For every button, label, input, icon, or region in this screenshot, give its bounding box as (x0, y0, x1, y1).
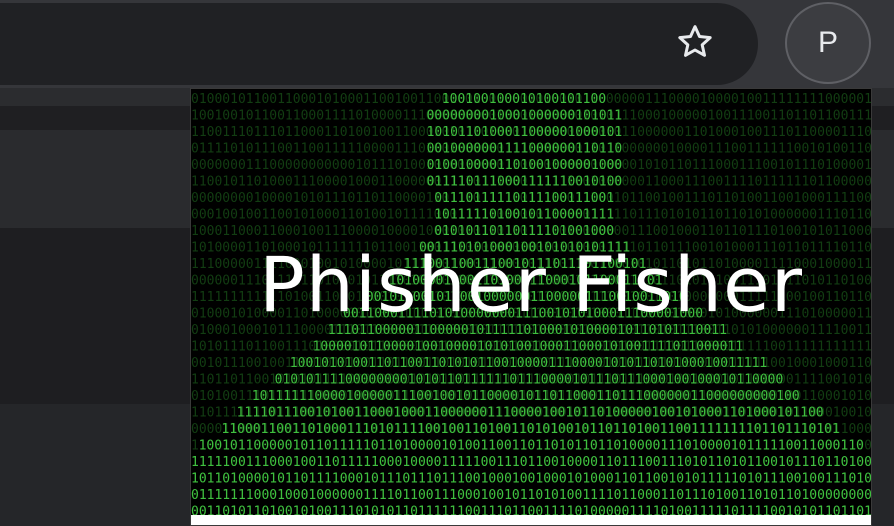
binary-line-bright: 1100011001101000111010111100100110100110… (221, 422, 839, 437)
binary-line-bright: 1111100111000100110111110001000011111001… (191, 455, 871, 470)
binary-line-bright: 0111101110001111110010100 (427, 175, 623, 190)
binary-line-bright: 1010110100011000001000101 (427, 125, 623, 140)
binary-line-bright: 1011010000101101111000101110111011100100… (191, 472, 871, 487)
popup-banner-title: Phisher Fisher (258, 240, 804, 329)
binary-line-bright: 01010110110111101001000 (434, 224, 614, 239)
browser-toolbar: P (0, 0, 894, 88)
binary-line-bright: 0000000010001000000101011 (427, 109, 623, 124)
binary-line-bright: 100100100010100101100 (442, 92, 606, 107)
star-outline-icon (678, 25, 712, 57)
binary-line-bright: 1011111100001000001110010010110000101101… (252, 389, 800, 404)
profile-avatar-button[interactable]: P (785, 2, 871, 84)
binary-line-bright: 1001010100110110011010101100100001110000… (290, 356, 767, 371)
binary-line-bright: 1111011100101001100010001100000011100001… (237, 406, 824, 421)
binary-line-bright: 1001011000001011011111011010000101001100… (199, 439, 864, 454)
binary-line-bright: 01110111110111100111001 (434, 191, 614, 206)
address-bar[interactable] (0, 3, 758, 85)
profile-initial: P (817, 26, 838, 59)
binary-line-bright: 0100100001101001000001000 (427, 158, 623, 173)
binary-line-bright: 10111110100101100001111 (434, 208, 614, 223)
binary-line-bright: 0111111100010001000000111101100111000100… (191, 488, 871, 503)
browser-window: P 01000101100110001010001100100110010010… (0, 0, 894, 526)
extension-popup: 0100010110011000101000110010011001001001… (190, 88, 872, 526)
popup-body (191, 515, 871, 525)
binary-line-bright: 0101011110000000010101101111110111000010… (275, 373, 784, 388)
binary-line-bright: 1000010110000100100001010100100011000101… (313, 340, 743, 355)
bookmark-star-button[interactable] (670, 19, 720, 65)
binary-line-bright: 0010000001111000000110110 (427, 142, 623, 157)
